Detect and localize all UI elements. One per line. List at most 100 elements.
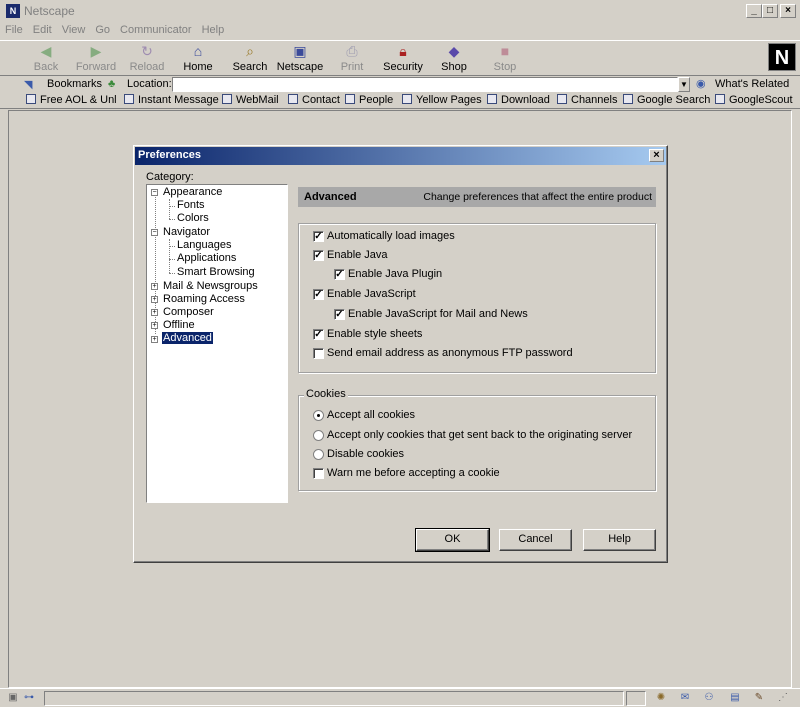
- ftp-email-checkbox[interactable]: [313, 348, 324, 359]
- link-contact[interactable]: Contact: [288, 94, 340, 106]
- tree-expand-icon[interactable]: +: [151, 322, 158, 329]
- tree-item-navigator[interactable]: Navigator: [163, 226, 210, 238]
- panel-header: Advanced Change preferences that affect …: [298, 187, 656, 207]
- link-google-search[interactable]: Google Search: [623, 94, 710, 106]
- disable-cookies-radio[interactable]: [313, 449, 324, 460]
- tree-item-mail-newsgroups[interactable]: Mail & Newsgroups: [163, 280, 258, 292]
- enable-java-checkbox[interactable]: ✓: [313, 250, 324, 261]
- close-window-button[interactable]: ×: [780, 4, 796, 18]
- menu-go[interactable]: Go: [90, 22, 115, 38]
- enable-java-plugin-label: Enable Java Plugin: [348, 268, 443, 280]
- tree-expand-icon[interactable]: +: [151, 296, 158, 303]
- help-button[interactable]: Help: [583, 529, 656, 551]
- stop-button[interactable]: ■ Stop: [479, 43, 531, 75]
- tree-item-offline[interactable]: Offline: [163, 319, 195, 331]
- back-button[interactable]: ◀ Back: [20, 43, 72, 75]
- maximize-button[interactable]: □: [762, 4, 778, 18]
- bookmark-icon: [345, 94, 355, 104]
- ok-button[interactable]: OK: [415, 528, 490, 552]
- bookmark-icon: [715, 94, 725, 104]
- location-input[interactable]: [172, 77, 678, 92]
- newsgroups-component-icon[interactable]: ⚇: [702, 692, 716, 704]
- whats-related-icon: ◉: [696, 78, 706, 90]
- link-webmail[interactable]: WebMail: [222, 94, 279, 106]
- forward-arrow-icon: ▶: [90, 43, 102, 59]
- security-status-icon[interactable]: ▣: [6, 692, 20, 704]
- auto-load-images-checkbox[interactable]: ✓: [313, 231, 324, 242]
- dialog-title: Preferences: [138, 149, 201, 161]
- reload-button[interactable]: ↻ Reload: [121, 43, 173, 75]
- tree-item-composer[interactable]: Composer: [163, 306, 214, 318]
- tree-item-languages[interactable]: Languages: [177, 239, 231, 251]
- tree-expand-icon[interactable]: +: [151, 309, 158, 316]
- link-people[interactable]: People: [345, 94, 393, 106]
- link-free-aol[interactable]: Free AOL & Unl: [26, 94, 117, 106]
- accept-all-cookies-radio[interactable]: [313, 410, 324, 421]
- navigator-component-icon[interactable]: ✺: [654, 692, 668, 704]
- link-channels[interactable]: Channels: [557, 94, 617, 106]
- shop-button[interactable]: ◆ Shop: [428, 43, 480, 75]
- warn-cookie-checkbox[interactable]: [313, 468, 324, 479]
- bookmark-icon: [288, 94, 298, 104]
- print-button[interactable]: ⎙ Print: [326, 43, 378, 75]
- status-text-panel: [44, 691, 624, 706]
- accept-origin-cookies-radio[interactable]: [313, 430, 324, 441]
- netscape-button[interactable]: ▣ Netscape: [274, 43, 326, 75]
- composer-component-icon[interactable]: ✎: [752, 692, 766, 704]
- link-googlescout[interactable]: GoogleScout: [715, 94, 793, 106]
- tree-line: [169, 219, 175, 220]
- tree-item-appearance[interactable]: Appearance: [163, 186, 222, 198]
- netscape-app-icon: N: [6, 4, 20, 18]
- bookmarks-button[interactable]: Bookmarks: [47, 78, 102, 90]
- javascript-mail-news-checkbox[interactable]: ✓: [334, 309, 345, 320]
- search-button[interactable]: ⌕ Search: [224, 43, 276, 75]
- style-sheets-checkbox[interactable]: ✓: [313, 329, 324, 340]
- security-button[interactable]: 🔒︎ Security: [377, 43, 429, 75]
- menu-help[interactable]: Help: [197, 22, 230, 38]
- cancel-button[interactable]: Cancel: [499, 529, 572, 551]
- bookmark-icon: [222, 94, 232, 104]
- minimize-button[interactable]: _: [746, 4, 762, 18]
- tree-item-applications[interactable]: Applications: [177, 252, 236, 264]
- tree-line: [169, 273, 175, 274]
- link-instant-message[interactable]: Instant Message: [124, 94, 219, 106]
- cookies-legend: Cookies: [304, 388, 348, 400]
- bookmark-icon: [623, 94, 633, 104]
- location-dropdown-button[interactable]: ▼: [678, 77, 690, 92]
- location-bar: ◥ Bookmarks ♣ Location: ▼ ◉ What's Relat…: [0, 76, 800, 93]
- home-button[interactable]: ⌂ Home: [172, 43, 224, 75]
- netscape-logo-icon[interactable]: N: [768, 43, 796, 71]
- tree-collapse-icon[interactable]: −: [151, 229, 158, 236]
- connection-status-icon: ⊶: [24, 692, 34, 703]
- tree-line: [169, 199, 170, 219]
- whats-related-button[interactable]: What's Related: [715, 78, 789, 90]
- category-label: Category:: [146, 171, 194, 183]
- mail-component-icon[interactable]: ✉: [678, 692, 692, 704]
- preferences-dialog: Preferences × Category: − Appearance Fon…: [133, 145, 668, 563]
- menu-file[interactable]: File: [0, 22, 28, 38]
- tree-item-smart-browsing[interactable]: Smart Browsing: [177, 266, 255, 278]
- tree-expand-icon[interactable]: +: [151, 336, 158, 343]
- dialog-close-button[interactable]: ×: [649, 149, 664, 162]
- tree-expand-icon[interactable]: +: [151, 283, 158, 290]
- navigation-toolbar: ◀ Back ▶ Forward ↻ Reload ⌂ Home ⌕ Searc…: [0, 40, 800, 76]
- menu-view[interactable]: View: [57, 22, 91, 38]
- enable-java-plugin-checkbox[interactable]: ✓: [334, 269, 345, 280]
- forward-button[interactable]: ▶ Forward: [70, 43, 122, 75]
- address-book-icon[interactable]: ▤: [728, 692, 742, 704]
- tree-item-roaming-access[interactable]: Roaming Access: [163, 293, 245, 305]
- resize-grip-icon[interactable]: ⋰: [776, 692, 790, 704]
- enable-javascript-checkbox[interactable]: ✓: [313, 289, 324, 300]
- menu-communicator[interactable]: Communicator: [115, 22, 197, 38]
- tree-item-colors[interactable]: Colors: [177, 212, 209, 224]
- link-download[interactable]: Download: [487, 94, 550, 106]
- tree-item-advanced[interactable]: Advanced: [162, 332, 213, 344]
- channels-icon: [557, 94, 567, 104]
- home-icon: ⌂: [193, 43, 203, 59]
- category-tree[interactable]: − Appearance Fonts Colors − Navigator La…: [146, 184, 288, 503]
- menu-edit[interactable]: Edit: [28, 22, 57, 38]
- print-icon: ⎙: [346, 43, 358, 59]
- tree-collapse-icon[interactable]: −: [151, 189, 158, 196]
- tree-item-fonts[interactable]: Fonts: [177, 199, 205, 211]
- link-yellow-pages[interactable]: Yellow Pages: [402, 94, 482, 106]
